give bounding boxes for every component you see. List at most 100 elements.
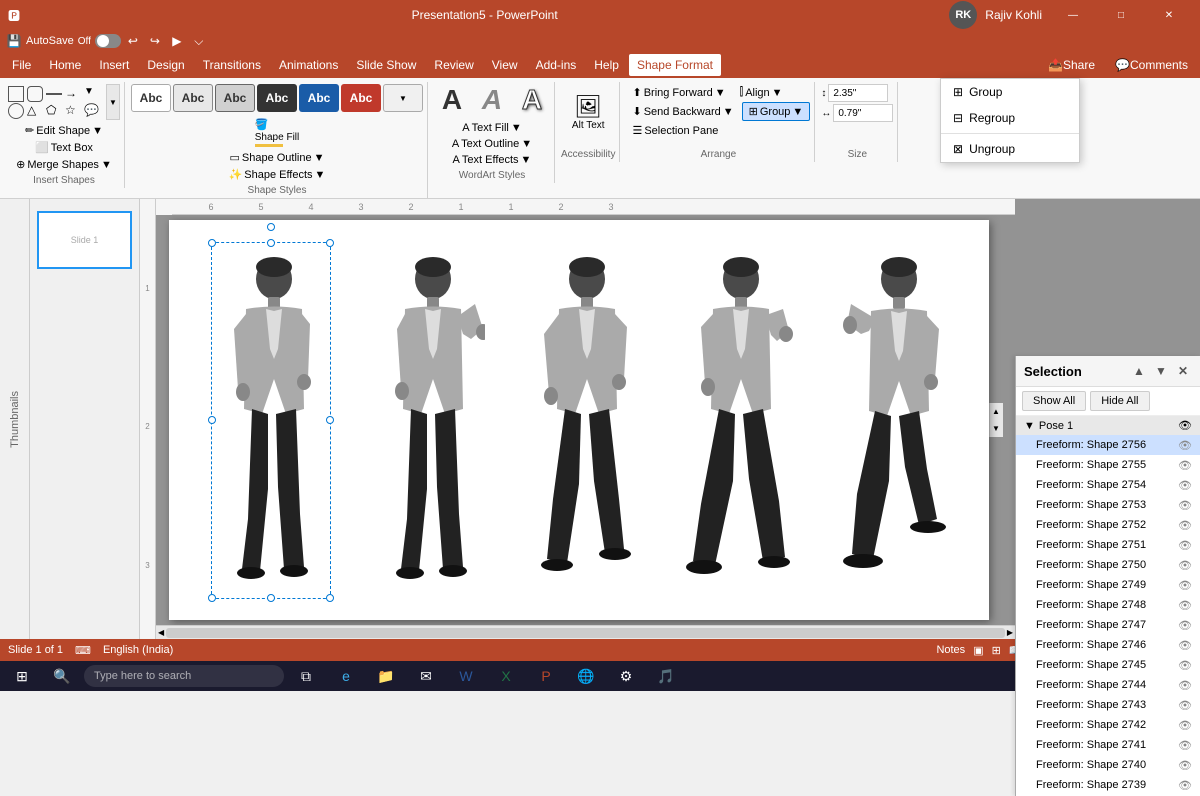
- search-button[interactable]: 🔍: [44, 663, 80, 689]
- shape-rect[interactable]: [8, 86, 24, 102]
- text-box-button[interactable]: ⬜ Text Box: [31, 139, 97, 156]
- shape-style-4[interactable]: Abc: [257, 84, 297, 112]
- shapes-expand-button[interactable]: ▼: [106, 84, 120, 120]
- menu-home[interactable]: Home: [41, 54, 89, 76]
- menu-help[interactable]: Help: [586, 54, 627, 76]
- list-item-2740[interactable]: Freeform: Shape 2740 👁: [1016, 755, 1200, 775]
- text-outline-button[interactable]: A Text Outline ▼: [446, 136, 538, 152]
- list-item-2748[interactable]: Freeform: Shape 2748 👁: [1016, 595, 1200, 615]
- shape-style-1[interactable]: Abc: [131, 84, 171, 112]
- autosave-toggle[interactable]: AutoSave Off: [26, 34, 121, 48]
- comments-button[interactable]: 💬 Comments: [1107, 54, 1196, 76]
- menu-insert[interactable]: Insert: [91, 54, 137, 76]
- height-input[interactable]: [828, 84, 888, 102]
- list-item-2739[interactable]: Freeform: Shape 2739 👁: [1016, 775, 1200, 795]
- send-backward-button[interactable]: ⬇ Send Backward ▼: [626, 103, 739, 120]
- notes-button[interactable]: Notes: [936, 644, 965, 656]
- alt-text-button[interactable]: 🖼 Alt Text: [568, 92, 609, 133]
- figure-2[interactable]: [375, 249, 485, 592]
- handle-mr[interactable]: [326, 416, 334, 424]
- app2-button[interactable]: ⚙: [608, 663, 644, 689]
- visibility-2748[interactable]: 👁: [1178, 599, 1192, 612]
- shape-oval[interactable]: [8, 103, 24, 119]
- shape-style-6[interactable]: Abc: [341, 84, 381, 112]
- shape-style-5[interactable]: Abc: [299, 84, 339, 112]
- edge-button[interactable]: e: [328, 663, 364, 689]
- figure-5[interactable]: [837, 249, 947, 592]
- list-item-2745[interactable]: Freeform: Shape 2745 👁: [1016, 655, 1200, 675]
- maximize-button[interactable]: □: [1098, 0, 1144, 30]
- horizontal-scrollbar[interactable]: ◀ ▶: [156, 625, 1015, 639]
- shape-more[interactable]: ▼: [84, 86, 100, 102]
- list-item-2747[interactable]: Freeform: Shape 2747 👁: [1016, 615, 1200, 635]
- show-all-button[interactable]: Show All: [1022, 391, 1086, 411]
- menu-view[interactable]: View: [484, 54, 526, 76]
- list-item-2750[interactable]: Freeform: Shape 2750 👁: [1016, 555, 1200, 575]
- shape-arrow[interactable]: →: [65, 86, 81, 102]
- autosave-switch[interactable]: [95, 34, 121, 48]
- visibility-2744[interactable]: 👁: [1178, 679, 1192, 692]
- align-button[interactable]: ⫿ Align ▼: [734, 84, 789, 101]
- minimize-button[interactable]: —: [1050, 0, 1096, 30]
- close-button[interactable]: ✕: [1146, 0, 1192, 30]
- figure-3[interactable]: [529, 249, 639, 592]
- app3-button[interactable]: 🎵: [648, 663, 684, 689]
- shape-style-3[interactable]: Abc: [215, 84, 255, 112]
- wordart-style-1[interactable]: A: [434, 84, 470, 116]
- text-effects-button[interactable]: A Text Effects ▼: [447, 152, 538, 168]
- wordart-style-3[interactable]: A: [514, 84, 550, 116]
- shape-callout[interactable]: 💬: [84, 103, 100, 119]
- list-item-2746[interactable]: Freeform: Shape 2746 👁: [1016, 635, 1200, 655]
- handle-bc[interactable]: [267, 594, 275, 602]
- shape-triangle[interactable]: △: [27, 103, 43, 119]
- slide-thumbnail-1[interactable]: Slide 1: [37, 211, 132, 269]
- visibility-2739[interactable]: 👁: [1178, 779, 1192, 792]
- visibility-2756[interactable]: 👁: [1178, 439, 1192, 452]
- shape-outline-button[interactable]: ▭ Shape Outline ▼: [225, 149, 328, 166]
- visibility-2747[interactable]: 👁: [1178, 619, 1192, 632]
- visibility-2751[interactable]: 👁: [1178, 539, 1192, 552]
- dropdown-ungroup-item[interactable]: ⊠ Ungroup: [941, 136, 1079, 162]
- taskbar-search-bar[interactable]: Type here to search: [84, 665, 284, 687]
- qat-save-button[interactable]: 💾: [4, 31, 24, 51]
- share-button[interactable]: 📤 Share: [1040, 54, 1103, 76]
- list-item-2752[interactable]: Freeform: Shape 2752 👁: [1016, 515, 1200, 535]
- word-button[interactable]: W: [448, 663, 484, 689]
- visibility-2754[interactable]: 👁: [1178, 479, 1192, 492]
- hide-all-button[interactable]: Hide All: [1090, 391, 1149, 411]
- scroll-up-button[interactable]: ▲: [990, 405, 1002, 418]
- shape-effects-button[interactable]: ✨ Shape Effects ▼: [225, 166, 330, 183]
- visibility-2740[interactable]: 👁: [1178, 759, 1192, 772]
- panel-nav-down[interactable]: ▼: [1152, 362, 1170, 380]
- handle-ml[interactable]: [208, 416, 216, 424]
- menu-design[interactable]: Design: [139, 54, 192, 76]
- handle-tr[interactable]: [326, 239, 334, 247]
- qat-undo-button[interactable]: ↩: [123, 31, 143, 51]
- list-item-2741[interactable]: Freeform: Shape 2741 👁: [1016, 735, 1200, 755]
- handle-tc[interactable]: [267, 239, 275, 247]
- menu-shapeformat[interactable]: Shape Format: [629, 54, 721, 76]
- list-item-2744[interactable]: Freeform: Shape 2744 👁: [1016, 675, 1200, 695]
- qat-present-button[interactable]: ▶: [167, 31, 187, 51]
- handle-bl[interactable]: [208, 594, 216, 602]
- menu-addins[interactable]: Add-ins: [528, 54, 585, 76]
- slide-canvas[interactable]: [169, 220, 989, 620]
- scroll-left-button[interactable]: ◀: [158, 628, 164, 637]
- menu-animations[interactable]: Animations: [271, 54, 346, 76]
- shape-style-2[interactable]: Abc: [173, 84, 213, 112]
- shape-line[interactable]: [46, 86, 62, 102]
- width-input[interactable]: [833, 104, 893, 122]
- shape-fill-button[interactable]: 🪣 Shape Fill: [251, 116, 303, 149]
- group-dropdown-button[interactable]: ⊞ Group ▼: [742, 102, 811, 121]
- excel-button[interactable]: X: [488, 663, 524, 689]
- menu-transitions[interactable]: Transitions: [195, 54, 269, 76]
- list-item-2743[interactable]: Freeform: Shape 2743 👁: [1016, 695, 1200, 715]
- panel-nav-up[interactable]: ▲: [1130, 362, 1148, 380]
- menu-slideshow[interactable]: Slide Show: [348, 54, 424, 76]
- mail-button[interactable]: ✉: [408, 663, 444, 689]
- figure-4[interactable]: [683, 249, 793, 592]
- list-item-2749[interactable]: Freeform: Shape 2749 👁: [1016, 575, 1200, 595]
- visibility-2755[interactable]: 👁: [1178, 459, 1192, 472]
- list-item-2742[interactable]: Freeform: Shape 2742 👁: [1016, 715, 1200, 735]
- shape-star[interactable]: ☆: [65, 103, 81, 119]
